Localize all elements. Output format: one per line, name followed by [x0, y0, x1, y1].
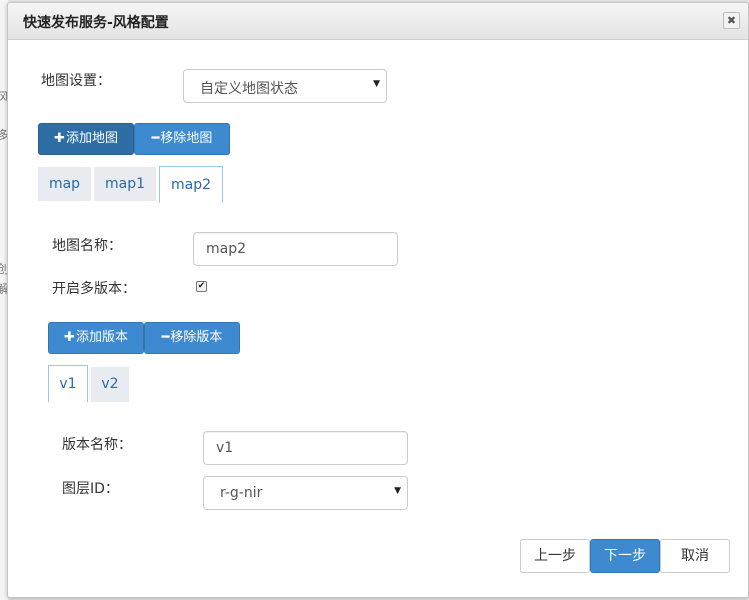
- tab-map2[interactable]: map2: [159, 166, 223, 203]
- version-name-value: v1: [216, 440, 234, 456]
- add-version-label: 添加版本: [75, 330, 128, 345]
- map-settings-select[interactable]: 自定义地图状态 ▼: [183, 69, 387, 103]
- chevron-down-icon: ▼: [394, 486, 401, 496]
- version-name-input[interactable]: v1: [203, 431, 408, 465]
- remove-map-label: 移除地图: [160, 131, 213, 146]
- map-name-label: 地图名称：: [52, 238, 122, 254]
- dialog-title: 快速发布服务-风格配置: [23, 15, 169, 31]
- add-map-label: 添加地图: [65, 131, 118, 146]
- add-version-button[interactable]: ✚添加版本: [48, 322, 144, 354]
- minus-icon: ━: [161, 330, 170, 345]
- close-icon[interactable]: ✖: [723, 12, 740, 29]
- multi-version-checkbox[interactable]: ✔: [196, 281, 207, 292]
- remove-version-label: 移除版本: [170, 330, 223, 345]
- tab-map[interactable]: map: [38, 167, 91, 201]
- tab-v2[interactable]: v2: [91, 367, 129, 402]
- tab-map1[interactable]: map1: [94, 167, 156, 201]
- plus-icon: ✚: [54, 131, 65, 146]
- prev-step-button[interactable]: 上一步: [520, 539, 590, 573]
- version-name-label: 版本名称：: [62, 437, 132, 453]
- add-map-button[interactable]: ✚添加地图: [38, 123, 134, 155]
- map-settings-label: 地图设置：: [41, 73, 111, 89]
- style-config-dialog: 快速发布服务-风格配置 ✖ 地图设置： 自定义地图状态 ▼ ✚添加地图 ━移除地…: [7, 2, 749, 598]
- layer-id-select[interactable]: r-g-nir ▼: [203, 476, 408, 510]
- layer-id-selected: r-g-nir: [220, 485, 263, 501]
- dialog-titlebar[interactable]: 快速发布服务-风格配置 ✖: [8, 3, 748, 40]
- map-settings-selected: 自定义地图状态: [200, 81, 298, 97]
- plus-icon: ✚: [64, 330, 75, 345]
- next-step-button[interactable]: 下一步: [590, 539, 660, 573]
- map-name-input[interactable]: map2: [193, 232, 398, 266]
- map-name-value: map2: [206, 241, 247, 257]
- chevron-down-icon: ▼: [373, 79, 380, 89]
- remove-version-button[interactable]: ━移除版本: [144, 322, 240, 354]
- multi-version-label: 开启多版本：: [52, 281, 136, 297]
- cancel-button[interactable]: 取消: [660, 539, 730, 573]
- remove-map-button[interactable]: ━移除地图: [134, 123, 230, 155]
- tab-v1[interactable]: v1: [48, 365, 88, 402]
- minus-icon: ━: [151, 131, 160, 146]
- layer-id-label: 图层ID：: [62, 481, 119, 497]
